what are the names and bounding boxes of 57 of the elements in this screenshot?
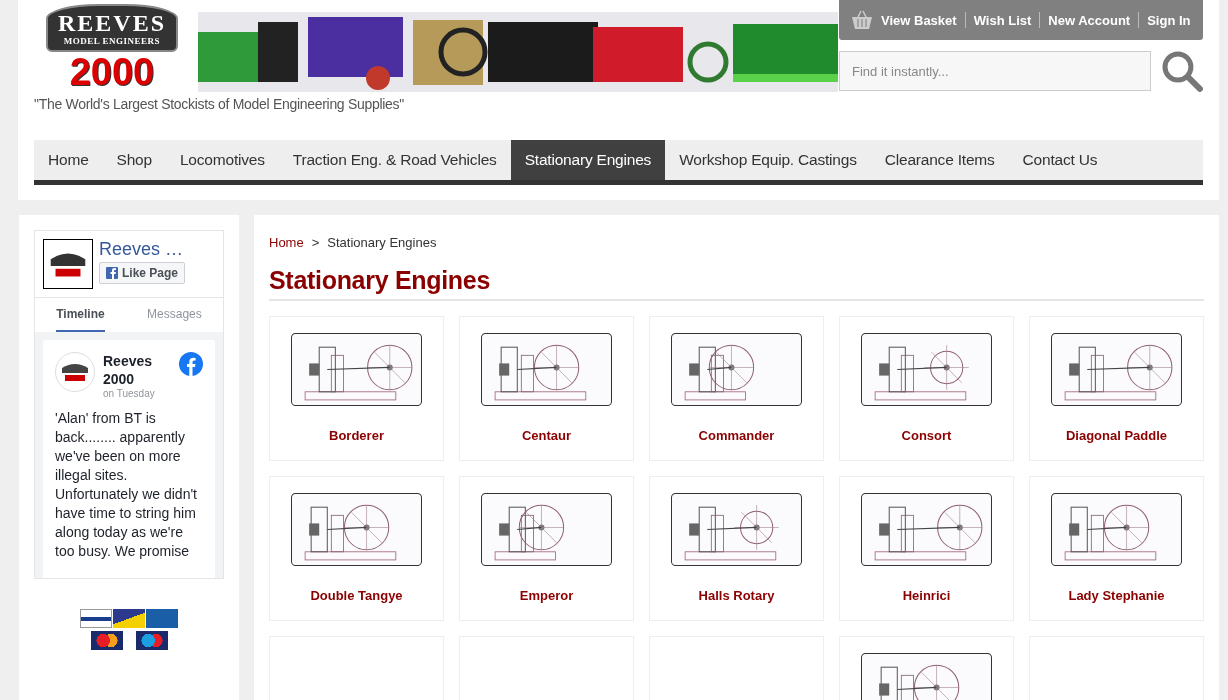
account-link[interactable]: New Account xyxy=(1048,12,1131,28)
product-name[interactable]: Commander xyxy=(698,428,775,443)
page-name-link[interactable]: Reeves … xyxy=(99,239,184,259)
basket-icon xyxy=(851,10,873,30)
post-text: 'Alan' from BT is back........ apparently we've been on more illegal sites. Unfortunately we didn't have time to string him along today as we're too busy. We promise xyxy=(55,409,198,561)
breadcrumb-current: Stationary Engines xyxy=(327,235,437,250)
product-card[interactable]: Commander xyxy=(649,316,824,461)
breadcrumb-link[interactable]: Home xyxy=(269,235,304,250)
nav-tab[interactable]: Workshop Equip. Castings xyxy=(665,140,871,180)
product-card[interactable]: Borderer xyxy=(269,316,444,461)
payment-card-icon xyxy=(146,609,178,628)
account-link[interactable]: View Basket xyxy=(881,12,957,28)
post-time: on Tuesday xyxy=(103,388,156,399)
logo-number: 2000 xyxy=(69,52,155,92)
product-name[interactable]: Emperor xyxy=(519,588,574,603)
payment-card-icon xyxy=(113,609,145,628)
product-name[interactable]: Lady Stephanie xyxy=(1068,588,1165,603)
nav-tab[interactable]: Home xyxy=(34,140,103,180)
logo-text: REEVES xyxy=(57,10,166,36)
account-link[interactable]: Sign In xyxy=(1147,12,1191,28)
payment-card-icon xyxy=(80,609,112,628)
page-title: Stationary Engines xyxy=(269,266,1204,301)
tagline: "The World's Largest Stockists of Model Engineering Supplies" xyxy=(34,96,405,112)
search-icon[interactable] xyxy=(1161,50,1203,92)
product-name[interactable]: Centaur xyxy=(521,428,572,443)
post-author: Reeves 2000 xyxy=(103,352,154,388)
product-name[interactable]: Diagonal Paddle xyxy=(1065,428,1168,443)
product-name[interactable]: Halls Rotary xyxy=(698,588,775,603)
account-link[interactable]: Wish List xyxy=(973,12,1032,28)
product-card[interactable]: Diagonal Paddle xyxy=(1029,316,1204,461)
nav-tab[interactable]: Contact Us xyxy=(1008,140,1112,180)
product-card[interactable]: Emperor xyxy=(459,476,634,621)
facebook-icon xyxy=(106,267,118,279)
product-name[interactable]: Double Tangye xyxy=(310,588,403,603)
search-field[interactable]: Find it instantly... xyxy=(839,51,1152,91)
product-name[interactable]: Consort xyxy=(901,428,952,443)
product-card[interactable]: Halls Rotary xyxy=(649,476,824,621)
product-card[interactable]: Centaur xyxy=(459,316,634,461)
product-card[interactable]: Consort xyxy=(839,316,1014,461)
logo-icon xyxy=(43,239,93,289)
product-card[interactable]: Lady Stephanie xyxy=(1029,476,1204,621)
breadcrumb-separator: > xyxy=(311,235,320,250)
product-name[interactable]: Heinrici xyxy=(902,588,951,603)
product-card[interactable]: Double Tangye xyxy=(269,476,444,621)
nav-tab[interactable]: Traction Eng. & Road Vehicles xyxy=(278,140,511,180)
nav-tab[interactable]: Locomotives xyxy=(165,140,279,180)
payment-card-icon xyxy=(90,631,123,650)
payment-card-icon xyxy=(135,631,168,650)
facebook-icon[interactable] xyxy=(179,352,203,376)
avatar-icon xyxy=(55,352,95,392)
product-card[interactable]: Heinrici xyxy=(839,476,1014,621)
nav-tab[interactable]: Shop xyxy=(102,140,166,180)
product-name[interactable]: Borderer xyxy=(329,428,384,443)
nav-tab[interactable]: Stationary Engines xyxy=(510,140,666,180)
nav-tab[interactable]: Clearance Items xyxy=(870,140,1009,180)
like-page-button[interactable]: Like Page xyxy=(99,262,186,284)
logo-subtext: MODEL ENGINEERS xyxy=(63,36,161,46)
